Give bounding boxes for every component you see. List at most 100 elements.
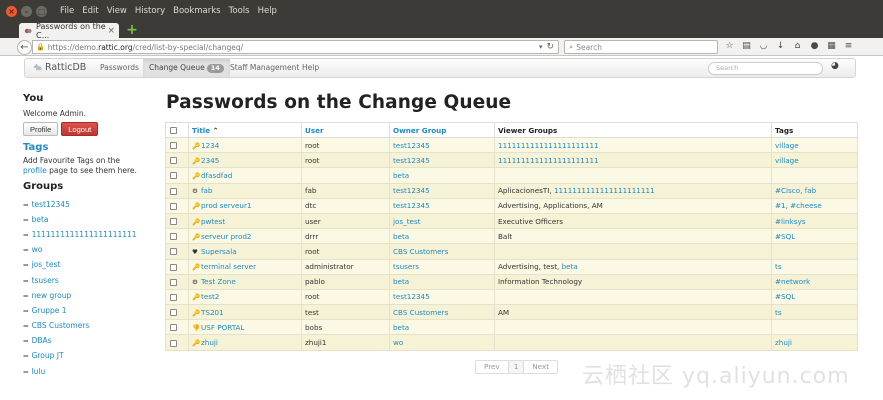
app-search-input[interactable]: Search (708, 62, 823, 75)
row-checkbox[interactable] (170, 233, 177, 241)
row-checkbox[interactable] (170, 187, 177, 195)
viewer-group-link[interactable]: 1111111111111111111111 (498, 141, 599, 150)
row-checkbox[interactable] (170, 248, 177, 256)
owner-group-link[interactable]: tsusers (393, 262, 419, 271)
row-checkbox[interactable] (170, 142, 177, 150)
reading-list-icon[interactable]: ▤ (741, 41, 752, 52)
new-tab-icon[interactable]: + (126, 23, 138, 37)
row-checkbox[interactable] (170, 202, 177, 210)
column-header-owner-group[interactable]: Owner Group (389, 122, 495, 138)
group-item[interactable]: ‒ beta (23, 212, 143, 227)
owner-group-link[interactable]: jos_test (393, 217, 421, 226)
credential-title-link[interactable]: test2 (201, 292, 219, 301)
owner-group-link[interactable]: CBS Customers (393, 247, 448, 256)
globe-icon[interactable]: ◕ (831, 61, 839, 71)
group-item[interactable]: ‒ tsusers (23, 273, 143, 288)
nav-passwords[interactable]: Passwords (94, 59, 145, 77)
menu-bookmarks[interactable]: Bookmarks (172, 6, 222, 16)
chat-icon[interactable]: ● (809, 41, 820, 52)
tags-link[interactable]: #SQL (775, 232, 795, 241)
menu-view[interactable]: View (106, 6, 128, 16)
group-item[interactable]: ‒ lulu (23, 364, 143, 379)
owner-group-link[interactable]: test12345 (393, 201, 430, 210)
group-item[interactable]: ‒ Group JT (23, 349, 143, 364)
row-checkbox[interactable] (170, 218, 177, 226)
row-checkbox[interactable] (170, 309, 177, 317)
owner-group-link[interactable]: test12345 (393, 141, 430, 150)
pager-prev-button[interactable]: Prev (476, 361, 509, 373)
owner-group-link[interactable]: beta (393, 277, 409, 286)
column-header-user[interactable]: User (301, 122, 390, 138)
owner-group-link[interactable]: beta (393, 323, 409, 332)
owner-group-link[interactable]: wo (393, 338, 403, 347)
owner-group-link[interactable]: test12345 (393, 292, 430, 301)
group-item[interactable]: ‒ DBAs (23, 334, 143, 349)
credential-title-link[interactable]: prod serveur1 (201, 201, 251, 210)
window-maximize-button[interactable]: □ (36, 5, 47, 17)
hamburger-menu-icon[interactable]: ≡ (843, 41, 854, 52)
row-checkbox[interactable] (170, 293, 177, 301)
row-checkbox[interactable] (170, 263, 177, 271)
menu-tools[interactable]: Tools (228, 6, 251, 16)
tags-link[interactable]: #1, #cheese (775, 201, 822, 210)
reload-icon[interactable]: ↻ (546, 42, 554, 52)
nav-help[interactable]: Help (296, 59, 325, 77)
credential-title-link[interactable]: 2345 (201, 156, 219, 165)
credential-title-link[interactable]: zhuji (201, 338, 218, 347)
tags-link[interactable]: #SQL (775, 292, 795, 301)
credential-title-link[interactable]: Supersala (201, 247, 237, 256)
credential-title-link[interactable]: serveur prod2 (201, 232, 251, 241)
screenshot-icon[interactable]: ▦ (826, 41, 837, 52)
tab-close-icon[interactable]: × (107, 26, 115, 36)
menu-history[interactable]: History (134, 6, 166, 16)
tags-link[interactable]: ts (775, 262, 782, 271)
row-checkbox[interactable] (170, 339, 177, 347)
owner-group-link[interactable]: beta (393, 232, 409, 241)
window-close-button[interactable]: × (6, 5, 17, 17)
owner-group-link[interactable]: test12345 (393, 156, 430, 165)
viewer-group-link[interactable]: 1111111111111111111111 (498, 156, 599, 165)
pager-current-page[interactable]: 1 (508, 361, 525, 373)
tags-link[interactable]: village (775, 156, 799, 165)
credential-title-link[interactable]: fab (201, 186, 213, 195)
menu-help[interactable]: Help (257, 6, 278, 16)
group-item[interactable]: ‒ 1111111111111111111111 (23, 227, 143, 242)
credential-title-link[interactable]: USF PORTAL (201, 323, 244, 332)
group-item[interactable]: ‒ wo (23, 243, 143, 258)
tags-link[interactable]: #Cisco, fab (775, 186, 816, 195)
group-item[interactable]: ‒ new group (23, 288, 143, 303)
group-item[interactable]: ‒ CBS Customers (23, 319, 143, 334)
group-item[interactable]: ‒ test12345 (23, 197, 143, 212)
home-icon[interactable]: ⌂ (792, 41, 803, 52)
tags-link[interactable]: village (775, 141, 799, 150)
download-icon[interactable]: ↓ (775, 41, 786, 52)
row-checkbox[interactable] (170, 324, 177, 332)
group-item[interactable]: ‒ jos_test (23, 258, 143, 273)
owner-group-link[interactable]: CBS Customers (393, 308, 448, 317)
viewer-group-link[interactable]: 1111111111111111111111 (554, 186, 655, 195)
tags-link[interactable]: zhuji (775, 338, 792, 347)
tags-link[interactable]: #linksys (775, 217, 805, 226)
row-checkbox[interactable] (170, 172, 177, 180)
pocket-icon[interactable]: ◡ (758, 41, 769, 52)
select-all-checkbox[interactable] (170, 127, 177, 134)
group-item[interactable]: ‒ Gruppe 1 (23, 303, 143, 318)
profile-button[interactable]: Profile (23, 122, 59, 136)
credential-title-link[interactable]: TS201 (201, 308, 224, 317)
tags-link[interactable]: ts (775, 308, 782, 317)
row-checkbox[interactable] (170, 278, 177, 286)
menu-edit[interactable]: Edit (81, 6, 99, 16)
menu-file[interactable]: File (59, 6, 75, 16)
row-checkbox[interactable] (170, 157, 177, 165)
owner-group-link[interactable]: test12345 (393, 186, 430, 195)
url-bar[interactable]: 🔒 https://demo. rattic.org/cred/list-by-s… (32, 40, 559, 54)
owner-group-link[interactable]: beta (393, 171, 409, 180)
logout-button[interactable]: Logout (61, 122, 99, 136)
credential-title-link[interactable]: terminal server (201, 262, 256, 271)
window-minimize-button[interactable]: – (21, 5, 32, 17)
browser-tab[interactable]: Passwords on the C... × (19, 22, 119, 40)
brand-logo[interactable]: 🐀 RatticDB (33, 59, 86, 77)
nav-staff-management[interactable]: Staff Management (224, 59, 305, 77)
credential-title-link[interactable]: dfasdfad (201, 171, 232, 180)
browser-search-bar[interactable]: ⌕ Search (564, 40, 718, 54)
